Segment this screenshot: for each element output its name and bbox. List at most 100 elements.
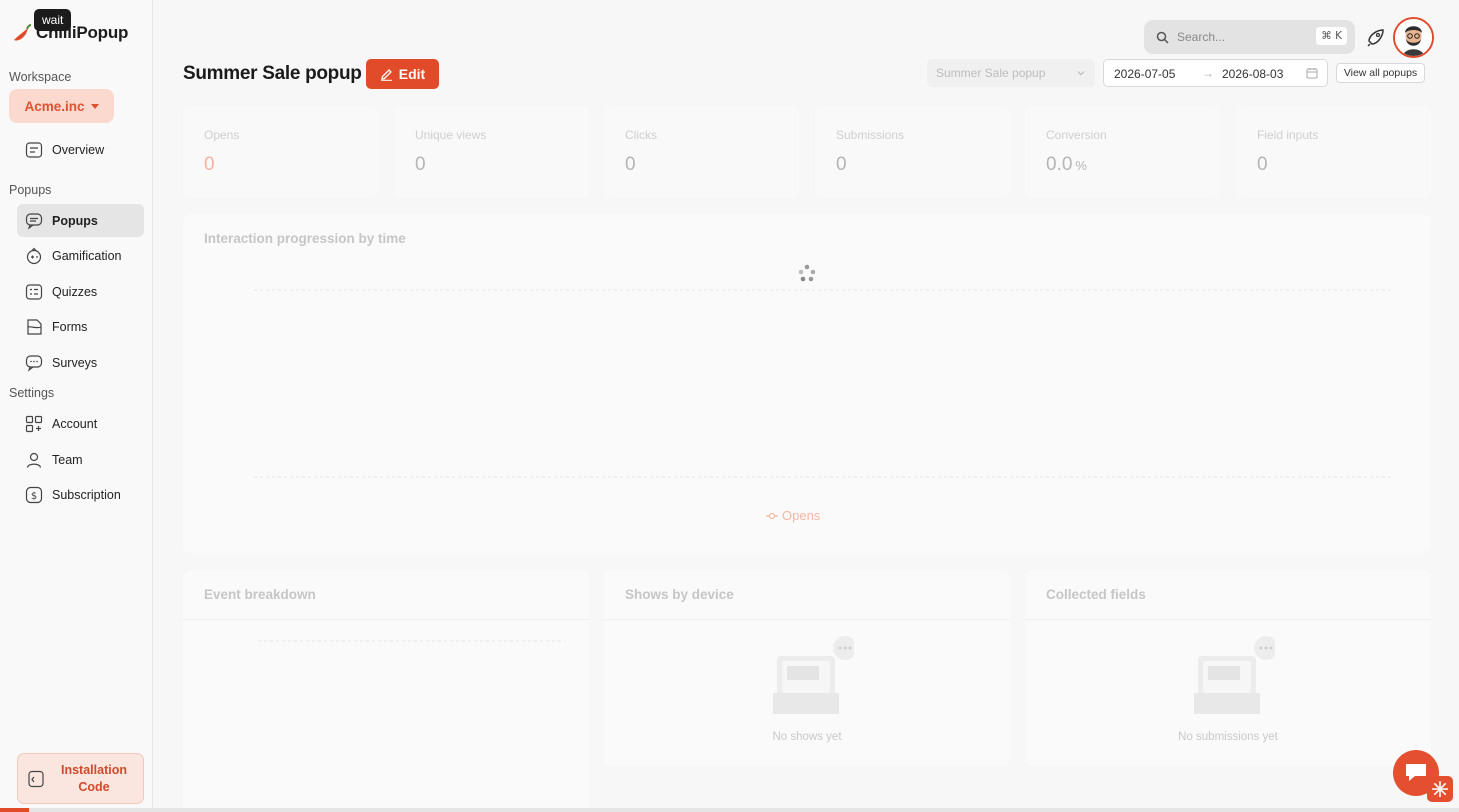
card-title: Shows by device xyxy=(625,587,734,602)
empty-state-text: No submissions yet xyxy=(1178,731,1278,743)
workspace-switcher[interactable]: Acme.inc xyxy=(9,89,114,123)
stat-label: Clicks xyxy=(625,128,657,142)
event-breakdown-chart xyxy=(258,640,565,642)
quiz-icon xyxy=(25,283,43,301)
arrow-right-icon: → xyxy=(1202,66,1214,80)
sidebar-item-gamification[interactable]: Gamification xyxy=(17,239,144,272)
search-icon xyxy=(1156,31,1169,44)
sidebar-item-label: Team xyxy=(52,452,83,467)
search-input[interactable]: Search... ⌘ K xyxy=(1144,20,1355,54)
stat-value-number: 0.0 xyxy=(1046,154,1073,175)
stat-suffix: % xyxy=(1075,158,1087,173)
sidebar-item-account[interactable]: Account xyxy=(17,407,144,440)
stat-card-submissions: Submissions 0 xyxy=(815,106,1010,198)
divider xyxy=(1025,619,1431,620)
date-start[interactable]: 2026-07-05 xyxy=(1114,67,1175,81)
avatar-image xyxy=(1395,19,1432,56)
sidebar-item-subscription[interactable]: $ Subscription xyxy=(17,478,144,511)
sidebar-item-popups[interactable]: Popups xyxy=(17,204,144,237)
dashboard-icon xyxy=(25,141,43,159)
stats-row: Opens 0 Unique views 0 Clicks 0 Submissi… xyxy=(183,106,1431,198)
sidebar-item-label: Gamification xyxy=(52,248,122,263)
code-file-icon xyxy=(27,770,45,788)
grid-icon xyxy=(25,415,43,433)
view-all-popups-button[interactable]: View all popups xyxy=(1336,63,1425,83)
legend-line-icon xyxy=(766,512,778,519)
workspace-name: Acme.inc xyxy=(24,98,85,114)
empty-inbox-icon xyxy=(1194,636,1275,714)
date-end[interactable]: 2026-08-03 xyxy=(1222,67,1283,81)
chart-legend-opens[interactable]: Opens xyxy=(766,508,820,523)
sidebar-item-label: Subscription xyxy=(52,487,121,502)
assistant-button[interactable] xyxy=(1427,776,1453,802)
installation-code-button[interactable]: Installation Code xyxy=(17,753,144,804)
sidebar: wait ChilliPopup Workspace Acme.inc Over… xyxy=(0,0,153,812)
stat-card-unique-views: Unique views 0 xyxy=(394,106,589,198)
popups-section-label: Popups xyxy=(9,183,52,197)
progress-fill xyxy=(0,808,30,812)
divider xyxy=(604,619,1010,620)
sidebar-item-overview[interactable]: Overview xyxy=(17,133,144,166)
settings-section-label: Settings xyxy=(9,386,55,400)
sidebar-item-label: Account xyxy=(52,416,98,431)
stat-card-clicks: Clicks 0 xyxy=(604,106,799,198)
sidebar-item-forms[interactable]: Forms xyxy=(17,310,144,343)
edit-button[interactable]: Edit xyxy=(366,59,439,89)
stat-value: 0 xyxy=(415,154,426,175)
survey-icon xyxy=(25,354,43,372)
stat-card-field-inputs: Field inputs 0 xyxy=(1236,106,1431,198)
stat-label: Opens xyxy=(204,128,240,142)
sidebar-item-label: Overview xyxy=(52,142,105,157)
sidebar-item-team[interactable]: Team xyxy=(17,443,144,476)
stat-value: 0 xyxy=(204,154,215,175)
chevron-down-icon xyxy=(1077,71,1085,76)
tooltip: wait xyxy=(34,9,72,31)
chat-bubble-icon xyxy=(1406,764,1426,781)
empty-inbox-icon xyxy=(773,636,854,714)
svg-text:$: $ xyxy=(31,491,37,502)
calendar-icon xyxy=(1306,68,1318,79)
edit-label: Edit xyxy=(398,66,426,82)
sidebar-item-label: Surveys xyxy=(52,355,98,370)
sidebar-item-label: Quizzes xyxy=(52,284,98,299)
stat-label: Conversion xyxy=(1046,128,1107,142)
stat-value: 0 xyxy=(625,154,636,175)
card-title: Collected fields xyxy=(1046,587,1146,602)
caret-down-icon xyxy=(90,103,99,109)
installation-code-label: Installation Code xyxy=(61,762,127,794)
legend-label: Opens xyxy=(782,508,821,523)
form-icon xyxy=(25,318,43,336)
popup-select[interactable]: Summer Sale popup xyxy=(927,59,1095,87)
search-shortcut: ⌘ K xyxy=(1316,27,1347,45)
search-placeholder: Search... xyxy=(1177,30,1226,44)
interaction-chart-card: Interaction progression by time Opens xyxy=(183,214,1431,553)
stat-card-conversion: Conversion 0.0% xyxy=(1025,106,1220,198)
page-title: Summer Sale popup xyxy=(183,63,362,84)
message-icon xyxy=(25,212,43,230)
sidebar-item-quizzes[interactable]: Quizzes xyxy=(17,275,144,308)
chilli-logo-icon xyxy=(14,24,32,41)
user-avatar[interactable] xyxy=(1393,17,1434,58)
sidebar-item-label: Popups xyxy=(52,213,98,228)
stat-card-opens: Opens 0 xyxy=(183,106,378,198)
game-icon xyxy=(25,247,43,265)
stat-value: 0 xyxy=(1257,154,1268,175)
stat-label: Unique views xyxy=(415,128,487,142)
shows-by-device-card: Shows by device No shows yet xyxy=(604,570,1010,766)
stat-label: Field inputs xyxy=(1257,128,1319,142)
empty-state-text: No shows yet xyxy=(772,731,842,743)
sidebar-item-label: Forms xyxy=(52,319,88,334)
date-range-picker[interactable]: 2026-07-05 → 2026-08-03 xyxy=(1103,59,1328,87)
sparkle-icon xyxy=(1432,781,1448,797)
event-breakdown-card: Event breakdown xyxy=(183,570,589,812)
pencil-icon xyxy=(380,68,392,81)
user-icon xyxy=(25,451,43,469)
dollar-icon: $ xyxy=(25,486,43,504)
popup-select-value: Summer Sale popup xyxy=(936,66,1046,80)
sidebar-item-surveys[interactable]: Surveys xyxy=(17,346,144,379)
page-load-progress xyxy=(0,808,1459,812)
loading-spinner-icon xyxy=(798,264,816,282)
stat-value: 0.0% xyxy=(1046,154,1087,176)
collected-fields-card: Collected fields No submissions yet xyxy=(1025,570,1431,766)
rocket-icon[interactable] xyxy=(1365,27,1387,49)
